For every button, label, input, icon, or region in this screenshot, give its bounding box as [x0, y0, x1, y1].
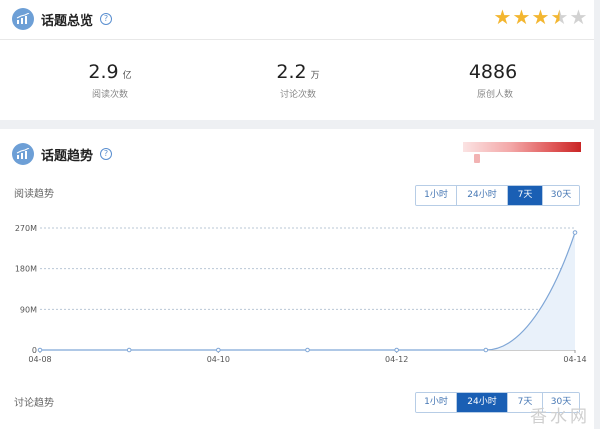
- x-tick-label: 04-08: [28, 355, 51, 364]
- y-tick-label: 270M: [15, 224, 37, 233]
- data-point: [216, 347, 221, 353]
- y-tick-label: 0: [32, 346, 37, 355]
- y-tick-label: 90M: [20, 305, 37, 314]
- data-point: [37, 347, 43, 353]
- data-point: [483, 347, 489, 353]
- read-trend-chart: 0 90M 180M 270M 04-08 04-10 04-12 04-14: [15, 224, 587, 364]
- watermark: 香水网: [530, 407, 590, 427]
- data-point: [394, 347, 399, 353]
- series-line: [40, 232, 576, 351]
- x-tick-label: 04-10: [207, 355, 230, 364]
- data-point: [305, 347, 310, 353]
- x-tick-label: 04-12: [385, 355, 408, 364]
- y-tick-label: 180M: [15, 265, 37, 274]
- x-tick-label: 04-14: [563, 355, 586, 364]
- data-point: [572, 230, 578, 235]
- data-point: [126, 347, 132, 353]
- series-area: [40, 232, 575, 350]
